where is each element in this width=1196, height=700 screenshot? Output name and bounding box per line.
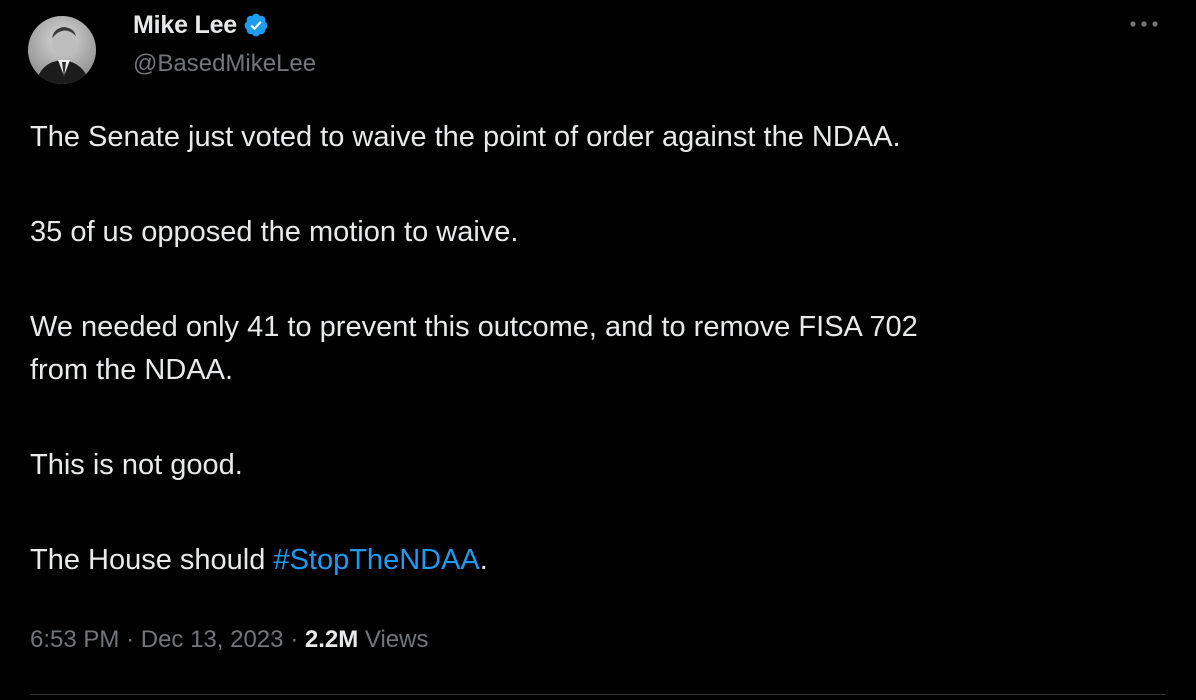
- tweet-paragraph: 35 of us opposed the motion to waive.: [30, 216, 519, 248]
- more-options-button[interactable]: [1124, 10, 1164, 38]
- tweet-time[interactable]: 6:53 PM: [30, 626, 119, 653]
- tweet-date[interactable]: Dec 13, 2023: [141, 626, 284, 653]
- meta-separator: ·: [126, 626, 135, 653]
- tweet-container: Mike Lee @BasedMikeLee The Senate just v…: [0, 0, 1196, 700]
- tweet-text-segment: The House should: [30, 544, 274, 576]
- meta-separator: ·: [290, 626, 299, 653]
- hashtag-link[interactable]: #StopTheNDAA: [273, 544, 479, 576]
- tweet-meta: 6:53 PM · Dec 13, 2023 · 2.2M Views: [30, 626, 428, 654]
- avatar-portrait-image: [28, 16, 96, 84]
- avatar[interactable]: [28, 16, 96, 84]
- verified-badge-icon[interactable]: [243, 12, 269, 38]
- views-count[interactable]: 2.2M: [305, 626, 358, 653]
- tweet-text-segment: .: [479, 544, 488, 576]
- tweet-paragraph: This is not good.: [30, 449, 243, 481]
- views-label: Views: [364, 626, 429, 653]
- tweet-paragraph-last: The House should #StopTheNDAA.: [30, 539, 1150, 582]
- author-handle[interactable]: @BasedMikeLee: [133, 50, 316, 78]
- author-name-row: Mike Lee: [133, 8, 269, 42]
- author-display-name[interactable]: Mike Lee: [133, 11, 237, 40]
- tweet-paragraph: We needed only 41 to prevent this outcom…: [30, 311, 918, 343]
- divider: [30, 694, 1166, 695]
- tweet-text: The Senate just voted to waive the point…: [30, 116, 1150, 582]
- tweet-paragraph: The Senate just voted to waive the point…: [30, 121, 901, 153]
- more-horizontal-icon: [1130, 21, 1158, 27]
- tweet-paragraph: from the NDAA.: [30, 354, 234, 386]
